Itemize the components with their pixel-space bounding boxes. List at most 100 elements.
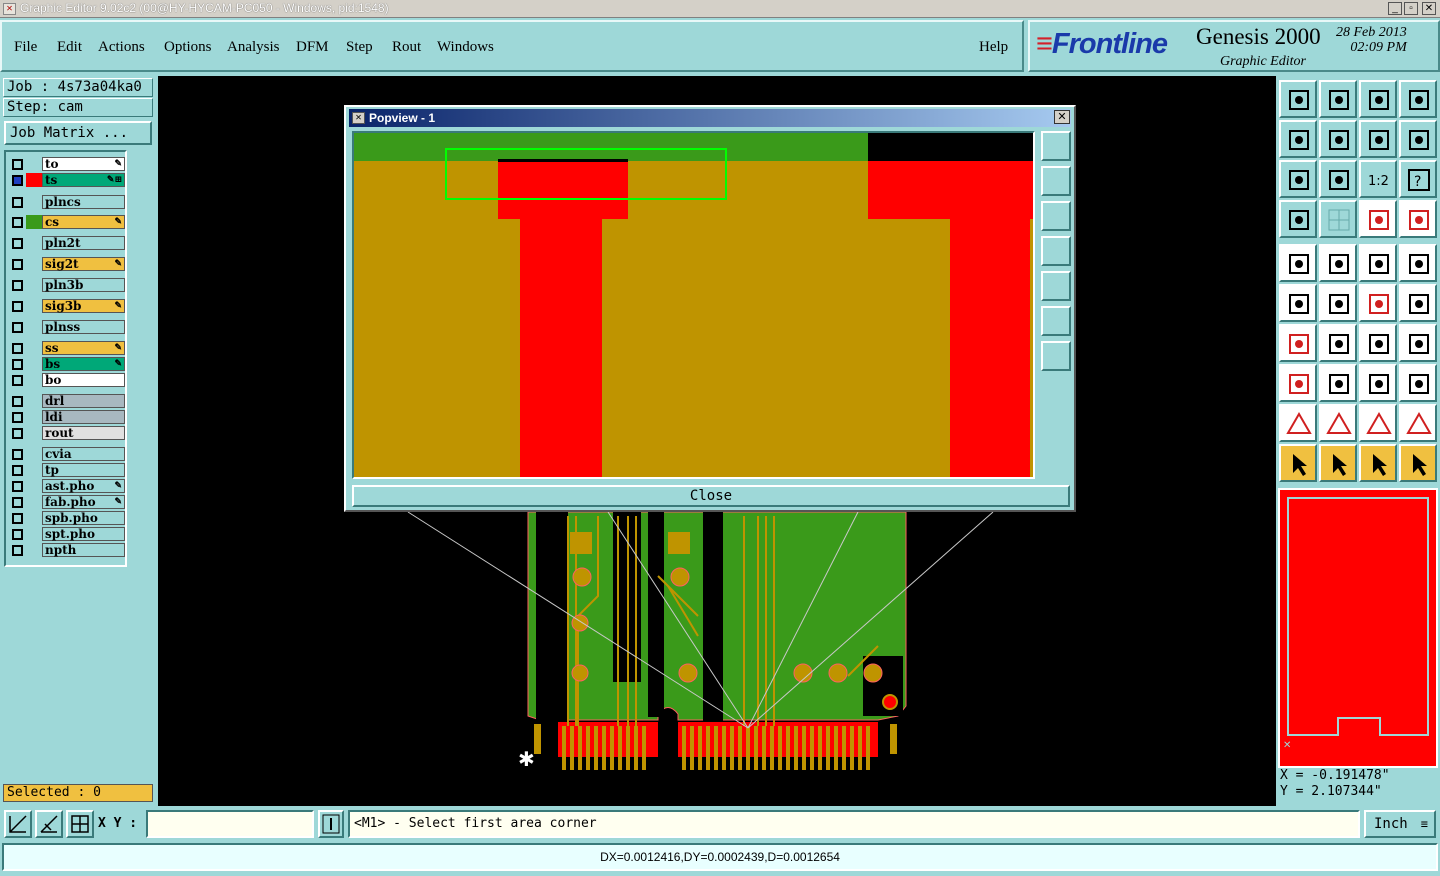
- layer-name[interactable]: pln3b: [42, 278, 125, 292]
- layer-row-to[interactable]: to ✎: [8, 157, 126, 171]
- grid-mode-icon[interactable]: [66, 810, 94, 838]
- layer-checkbox[interactable]: [12, 322, 23, 333]
- menu-dfm[interactable]: DFM: [296, 39, 329, 56]
- layer-name[interactable]: cvia: [42, 447, 125, 461]
- layer-row-plnss[interactable]: plnss: [8, 320, 126, 334]
- route-icon[interactable]: [1399, 444, 1437, 482]
- arc-icon[interactable]: [1359, 324, 1397, 362]
- layer-color-swatch[interactable]: [26, 257, 42, 271]
- menu-file[interactable]: File: [14, 39, 37, 56]
- layer-checkbox[interactable]: [12, 259, 23, 270]
- help-icon[interactable]: ?: [1399, 160, 1437, 198]
- layer-row-ss[interactable]: ss ✎: [8, 341, 126, 355]
- popview-down-icon[interactable]: [1041, 201, 1071, 231]
- layer-color-swatch[interactable]: [26, 157, 42, 171]
- menu-edit[interactable]: Edit: [57, 39, 82, 56]
- popview-center-icon[interactable]: [1041, 341, 1071, 371]
- layer-color-swatch[interactable]: [26, 463, 42, 477]
- layer-color-swatch[interactable]: [26, 495, 42, 509]
- layer-color-swatch[interactable]: [26, 173, 42, 187]
- layer-color-swatch[interactable]: [26, 299, 42, 313]
- layer-name[interactable]: bo: [42, 373, 125, 387]
- layer-row-bo[interactable]: bo: [8, 373, 126, 387]
- angle-mode-icon[interactable]: [35, 810, 63, 838]
- info-icon[interactable]: [318, 810, 344, 838]
- layer-name[interactable]: plnss: [42, 320, 125, 334]
- layer-name[interactable]: sig2t ✎: [42, 257, 125, 271]
- layer-checkbox[interactable]: [12, 197, 23, 208]
- layer-checkbox[interactable]: [12, 175, 23, 186]
- menu-step[interactable]: Step: [346, 39, 373, 56]
- job-matrix-button[interactable]: Job Matrix ...: [4, 121, 152, 145]
- layer-name[interactable]: ldi: [42, 410, 125, 424]
- layer-checkbox[interactable]: [12, 359, 23, 370]
- feature-icon[interactable]: [1399, 324, 1437, 362]
- layer-checkbox[interactable]: [12, 449, 23, 460]
- dimension-icon[interactable]: [1359, 364, 1397, 402]
- snap-active-icon[interactable]: [1399, 200, 1437, 238]
- ruler-icon[interactable]: [1359, 244, 1397, 282]
- layer-row-rout[interactable]: rout: [8, 426, 126, 440]
- layer-row-sig2t[interactable]: sig2t ✎: [8, 257, 126, 271]
- layer-color-swatch[interactable]: [26, 373, 42, 387]
- layer-row-bs[interactable]: bs ✎: [8, 357, 126, 371]
- layer-name[interactable]: npth: [42, 543, 125, 557]
- triangle-4-icon[interactable]: [1399, 404, 1437, 442]
- zoom-down-icon[interactable]: [1319, 80, 1357, 118]
- line-red-icon[interactable]: [1359, 284, 1397, 322]
- triangle-2-icon[interactable]: [1319, 404, 1357, 442]
- layer-checkbox[interactable]: [12, 428, 23, 439]
- pointer-icon[interactable]: [1279, 444, 1317, 482]
- zoom-up-icon[interactable]: [1279, 80, 1317, 118]
- layer-checkbox[interactable]: [12, 301, 23, 312]
- layer-name[interactable]: plncs: [42, 195, 125, 209]
- pan-left-icon[interactable]: [1279, 120, 1317, 158]
- popview-up-icon[interactable]: [1041, 166, 1071, 196]
- minimize-icon[interactable]: _: [1388, 2, 1402, 15]
- layer-row-tp[interactable]: tp: [8, 463, 126, 477]
- layer-row-pln3b[interactable]: pln3b: [8, 278, 126, 292]
- diagonal-icon[interactable]: [1319, 324, 1357, 362]
- layer-row-drl[interactable]: drl: [8, 394, 126, 408]
- snap-icon[interactable]: [1359, 200, 1397, 238]
- layer-checkbox[interactable]: [12, 159, 23, 170]
- layer-color-swatch[interactable]: [26, 479, 42, 493]
- triangle-3-icon[interactable]: [1359, 404, 1397, 442]
- triangle-1-icon[interactable]: [1279, 404, 1317, 442]
- layer-color-swatch[interactable]: [26, 511, 42, 525]
- pointer-orange-icon[interactable]: [1359, 444, 1397, 482]
- layer-checkbox[interactable]: [12, 217, 23, 228]
- layer-name[interactable]: tp: [42, 463, 125, 477]
- split-icon[interactable]: [1399, 80, 1437, 118]
- layer-color-swatch[interactable]: [26, 341, 42, 355]
- layer-row-cs[interactable]: cs ✎: [8, 215, 126, 229]
- layer-color-swatch[interactable]: [26, 320, 42, 334]
- popview-right-icon[interactable]: [1041, 271, 1071, 301]
- line-blue-icon[interactable]: [1399, 284, 1437, 322]
- menu-rout[interactable]: Rout: [392, 39, 421, 56]
- drill-icon[interactable]: [1399, 244, 1437, 282]
- layer-name[interactable]: to ✎: [42, 157, 125, 171]
- home-icon[interactable]: [1359, 80, 1397, 118]
- layer-checkbox[interactable]: [12, 497, 23, 508]
- layer-color-swatch[interactable]: [26, 195, 42, 209]
- layer-name[interactable]: spb.pho: [42, 511, 125, 525]
- layer-checkbox[interactable]: [12, 375, 23, 386]
- layer-row-pln2t[interactable]: pln2t: [8, 236, 126, 250]
- layer-name[interactable]: pln2t: [42, 236, 125, 250]
- layer-checkbox[interactable]: [12, 280, 23, 291]
- maximize-icon[interactable]: ▫: [1404, 2, 1418, 15]
- unit-selector[interactable]: Inch ≡: [1364, 810, 1436, 838]
- fit-icon[interactable]: [1279, 160, 1317, 198]
- layer-row-sig3b[interactable]: sig3b ✎: [8, 299, 126, 313]
- menu-analysis[interactable]: Analysis: [227, 39, 280, 56]
- layer-name[interactable]: sig3b ✎: [42, 299, 125, 313]
- pan-right-icon[interactable]: [1319, 120, 1357, 158]
- layer-row-spb.pho[interactable]: spb.pho: [8, 511, 126, 525]
- layer-name[interactable]: fab.pho ✎: [42, 495, 125, 509]
- layer-row-ldi[interactable]: ldi: [8, 410, 126, 424]
- layer-checkbox[interactable]: [12, 529, 23, 540]
- layer-color-swatch[interactable]: [26, 447, 42, 461]
- layer-color-swatch[interactable]: [26, 236, 42, 250]
- pad-red-icon[interactable]: [1279, 364, 1317, 402]
